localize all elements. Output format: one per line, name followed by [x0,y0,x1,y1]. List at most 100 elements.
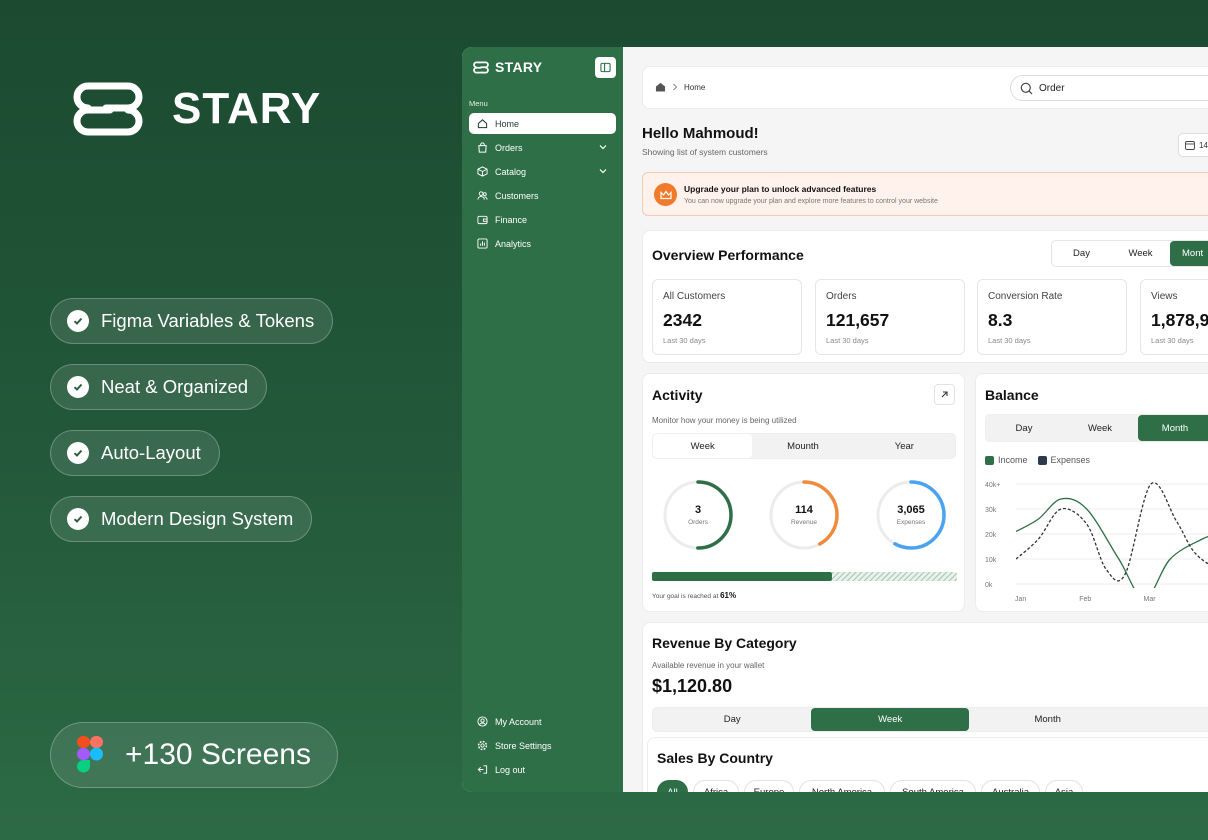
tab-mounth[interactable]: Mounth [752,434,853,458]
revenue-tabs: Day Week Month Ye [652,707,1208,732]
legend-expenses: Expenses [1037,455,1090,465]
logout-icon [477,765,488,774]
stat-label: Orders [826,291,857,302]
y-tick-label: 10k [985,557,997,564]
screens-count-pill: +130 Screens [50,722,338,788]
users-icon [477,191,488,200]
tab-year[interactable]: Ye [1126,708,1208,731]
filter-north-america[interactable]: North America [799,780,885,792]
tab-day[interactable]: Day [653,708,811,731]
sidebar-item-logout[interactable]: Log out [469,759,616,780]
goal-fill [652,572,832,581]
sales-by-country-card: Sales By Country All Africa Europe North… [647,737,1208,792]
stat-value: 8.3 [988,310,1013,330]
breadcrumb: Home [655,82,705,92]
feature-pill-autolayout: Auto-Layout [50,430,220,476]
period-day[interactable]: Day [1052,241,1111,266]
tab-month[interactable]: Month [969,708,1126,731]
tab-week[interactable]: Week [811,708,969,731]
sidebar-item-home[interactable]: Home [469,113,616,134]
revenue-amount: $1,120.80 [652,676,733,696]
chevron-down-icon [599,145,607,150]
ring-value: 3 [694,504,702,516]
sidebar-brand[interactable]: STARY [471,59,542,75]
sidebar-item-orders[interactable]: Orders [469,137,616,158]
tab-year[interactable]: Year [854,434,955,458]
panel-toggle-icon [600,62,611,73]
main-content: Home Order Hello Mahmoud! Showing list o… [623,47,1208,792]
feature-pill-variables: Figma Variables & Tokens [50,298,334,344]
sidebar-item-label: Customers [495,190,539,201]
period-week[interactable]: Week [1062,415,1138,441]
feature-pill-organized: Neat & Organized [50,364,268,410]
activity-title: Activity [652,387,703,403]
activity-tabs: Week Mounth Year [652,433,956,459]
filter-australia[interactable]: Australia [981,780,1040,792]
user-icon [477,716,488,727]
home-icon [477,119,488,129]
period-month[interactable]: Month [1138,415,1208,441]
goal-prefix: Your goal is reached at [652,593,719,600]
stat-value: 121,657 [826,310,890,330]
chevron-right-icon [673,83,678,91]
sidebar-item-customers[interactable]: Customers [469,185,616,206]
sidebar-item-my-account[interactable]: My Account [469,711,616,732]
y-tick-label: 20k [985,532,997,539]
x-tick-label: Jan [1015,596,1026,603]
filter-all[interactable]: All [657,780,688,792]
period-month[interactable]: Mont [1170,241,1208,266]
stat-card-views[interactable]: Views 1,878,9 Last 30 days [1140,279,1208,355]
revenue-subtitle: Available revenue in your wallet [652,661,765,670]
balance-line-chart: 40k+30k20k10k0kJanFebMarApr [985,481,1208,603]
tab-week[interactable]: Week [653,434,753,458]
filter-africa[interactable]: Africa [693,780,739,792]
filter-asia[interactable]: Asia [1045,780,1083,792]
overview-period-selector: Day Week Mont [1051,240,1208,267]
stat-card-conversion[interactable]: Conversion Rate 8.3 Last 30 days [977,279,1127,355]
period-week[interactable]: Week [1111,241,1170,266]
goal-value: 61% [720,591,737,600]
box-icon [477,166,488,177]
wallet-icon [477,215,488,225]
sidebar-item-analytics[interactable]: Analytics [469,233,616,254]
sidebar-item-store-settings[interactable]: Store Settings [469,735,616,756]
sidebar-collapse-button[interactable] [595,57,616,78]
balance-period-selector: Day Week Month [985,414,1208,442]
feature-label: Modern Design System [101,508,294,529]
upgrade-title: Upgrade your plan to unlock advanced fea… [684,184,877,194]
promo-brand-name: STARY [172,84,322,133]
goal-progress-bar [652,572,957,581]
y-tick-label: 30k [985,507,997,514]
balance-card: Balance Day Week Month Income Expenses 4… [975,373,1208,612]
sidebar-item-catalog[interactable]: Catalog [469,161,616,182]
breadcrumb-current[interactable]: Home [684,83,705,92]
chart-icon [477,238,488,249]
balance-legend: Income Expenses [985,455,1090,465]
sales-title: Sales By Country [657,750,773,766]
x-tick-label: Feb [1079,596,1091,603]
home-icon[interactable] [655,82,666,92]
search-value: Order [1039,82,1065,94]
search-input[interactable]: Order [1010,75,1208,101]
upgrade-banner[interactable]: Upgrade your plan to unlock advanced fea… [642,172,1208,216]
crown-icon [654,183,677,206]
stat-label: Conversion Rate [988,291,1063,302]
feature-label: Neat & Organized [101,376,249,397]
stat-card-orders[interactable]: Orders 121,657 Last 30 days [815,279,965,355]
stat-card-customers[interactable]: All Customers 2342 Last 30 days [652,279,802,355]
filter-south-america[interactable]: South America [890,780,976,792]
page-subtitle: Showing list of system customers [642,147,768,157]
revenue-category-card: Revenue By Category Available revenue in… [642,622,1208,792]
sidebar-item-label: My Account [495,716,542,727]
search-icon [1020,82,1033,94]
sidebar-item-finance[interactable]: Finance [469,209,616,230]
expand-button[interactable] [934,384,955,405]
filter-europe[interactable]: Europe [744,780,794,792]
figma-icon [77,736,103,773]
ring-value: 114 [795,504,813,516]
chevron-down-icon [599,169,607,174]
check-icon [67,442,89,464]
period-day[interactable]: Day [986,415,1062,441]
sidebar-item-label: Log out [495,764,526,775]
date-picker-button[interactable]: 14 [1178,133,1208,157]
